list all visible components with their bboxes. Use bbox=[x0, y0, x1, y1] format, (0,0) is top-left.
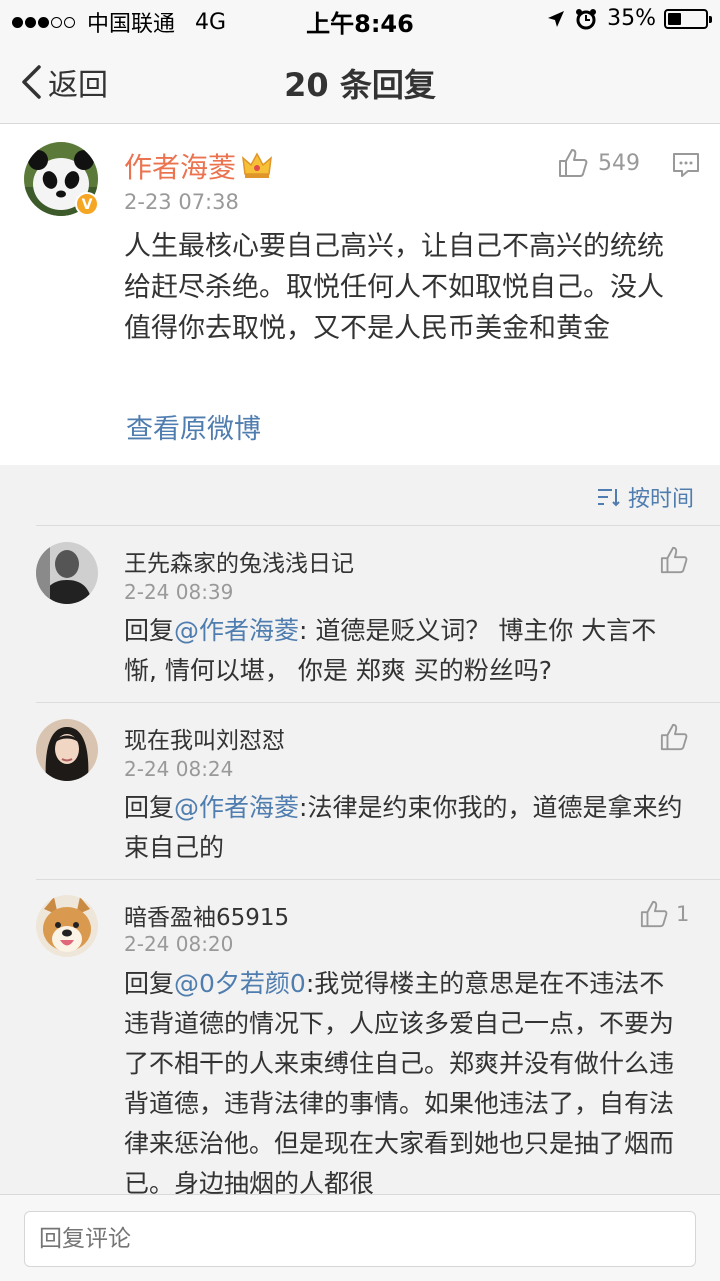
post-timestamp: 2-23 07:38 bbox=[124, 190, 239, 214]
reply-prefix: 回复 bbox=[124, 793, 175, 822]
sort-bar: 按时间 bbox=[0, 465, 720, 525]
mention-link[interactable]: @作者海菱 bbox=[174, 793, 299, 822]
post-comment-button[interactable] bbox=[672, 152, 700, 182]
reply-comment-input[interactable] bbox=[24, 1211, 696, 1267]
reply-prefix: 回复 bbox=[124, 969, 175, 998]
comment-like-button[interactable] bbox=[660, 723, 696, 751]
original-comment: V 作者海菱 2-23 07:38 549 人生最核心要自己高兴，让自己不高兴的… bbox=[0, 124, 720, 465]
comment-timestamp: 2-24 08:39 bbox=[124, 580, 234, 604]
view-original-link[interactable]: 查看原微博 bbox=[126, 407, 261, 446]
post-like-button[interactable]: 549 bbox=[558, 148, 640, 178]
sort-icon bbox=[597, 489, 620, 507]
comment-text: 回复@作者海菱: 道德是贬义词？ 博主你 大言不惭, 情何以堪， 你是 郑爽 买… bbox=[124, 611, 684, 691]
mention-link[interactable]: @作者海菱 bbox=[174, 616, 299, 645]
sort-label: 按时间 bbox=[627, 487, 694, 512]
list-item: 暗香盈袖65915 2-24 08:20 1 回复@0夕若颜0:我觉得楼主的意思… bbox=[0, 879, 720, 1194]
comment-icon bbox=[673, 153, 699, 177]
post-like-count: 549 bbox=[598, 150, 640, 176]
reply-prefix: 回复 bbox=[124, 616, 175, 645]
alarm-clock-icon bbox=[576, 8, 597, 29]
divider bbox=[36, 525, 720, 526]
battery-level bbox=[668, 12, 681, 25]
divider bbox=[36, 702, 720, 703]
divider bbox=[36, 879, 720, 880]
post-text: 人生最核心要自己高兴，让自己不高兴的统统给赶尽杀绝。取悦任何人不如取悦自己。没人… bbox=[124, 231, 664, 344]
battery-percent: 35% bbox=[607, 6, 656, 31]
reply-bar bbox=[0, 1194, 720, 1281]
comment-author[interactable]: 暗香盈袖65915 bbox=[124, 898, 289, 932]
location-arrow-icon bbox=[548, 10, 565, 27]
comment-timestamp: 2-24 08:24 bbox=[124, 757, 234, 781]
mention-link[interactable]: @0夕若颜0 bbox=[174, 969, 306, 998]
avatar[interactable] bbox=[36, 542, 98, 604]
crown-icon bbox=[242, 152, 273, 178]
comment-like-button[interactable]: 1 bbox=[640, 900, 689, 928]
post-author-name: 作者海菱 bbox=[124, 151, 237, 184]
comment-timestamp: 2-24 08:20 bbox=[124, 932, 234, 956]
avatar[interactable] bbox=[36, 895, 98, 957]
comment-text: 回复@作者海菱:法律是约束你我的，道德是拿来约束自己的 bbox=[124, 788, 684, 868]
status-right: 35% bbox=[547, 6, 712, 31]
nav-bar: 返回 20 条回复 bbox=[0, 40, 720, 124]
list-item: 王先森家的兔浅浅日记 2-24 08:39 回复@作者海菱: 道德是贬义词？ 博… bbox=[0, 525, 720, 702]
status-bar: 中国联通 4G 上午8:46 35% bbox=[0, 0, 720, 40]
page-title: 20 条回复 bbox=[284, 66, 436, 104]
post-author[interactable]: 作者海菱 bbox=[124, 146, 273, 186]
verified-badge-icon: V bbox=[75, 192, 99, 216]
battery-icon bbox=[664, 8, 712, 29]
thumb-up-icon bbox=[559, 149, 588, 177]
comment-author[interactable]: 现在我叫刘怼怼 bbox=[124, 721, 285, 755]
list-item: 现在我叫刘怼怼 2-24 08:24 回复@作者海菱:法律是约束你我的，道德是拿… bbox=[0, 702, 720, 879]
thumb-up-icon bbox=[660, 546, 688, 574]
thumb-up-icon bbox=[640, 900, 668, 928]
comment-author[interactable]: 王先森家的兔浅浅日记 bbox=[124, 544, 354, 578]
comment-text: 回复@0夕若颜0:我觉得楼主的意思是在不违法不违背道德的情况下，人应该多爱自己一… bbox=[124, 964, 684, 1194]
comment-body: :我觉得楼主的意思是在不违法不违背道德的情况下，人应该多爱自己一点，不要为了不相… bbox=[124, 969, 675, 1194]
thumb-up-icon bbox=[660, 723, 688, 751]
sort-by-time-button[interactable]: 按时间 bbox=[596, 481, 694, 513]
avatar[interactable] bbox=[36, 719, 98, 781]
comment-like-count: 1 bbox=[676, 902, 690, 926]
comment-like-button[interactable] bbox=[660, 546, 696, 574]
